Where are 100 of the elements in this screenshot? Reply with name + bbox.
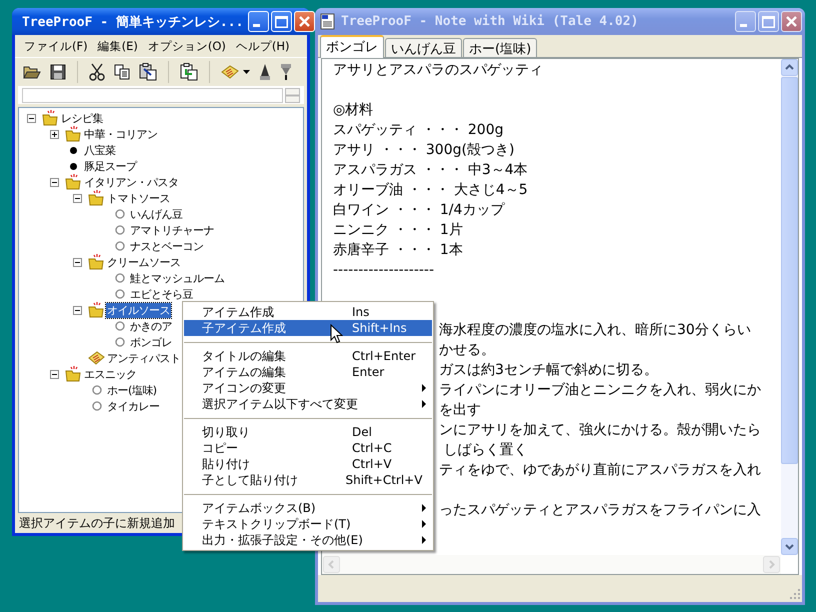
menu-item[interactable]: テキストクリップボード(T) <box>184 516 432 532</box>
scissors-icon[interactable] <box>89 63 105 81</box>
menu-item[interactable]: 貼り付け Ctrl+V <box>184 456 432 472</box>
input-field[interactable] <box>22 88 283 102</box>
circle-icon <box>92 401 102 411</box>
tree-item[interactable]: ホー(塩味) <box>106 382 158 398</box>
menu-item[interactable]: アイコンの変更 <box>184 380 432 396</box>
bullet-icon <box>69 146 78 154</box>
tree-item[interactable]: いんげん豆 <box>129 206 184 222</box>
circle-icon <box>114 273 124 283</box>
text-line: ンにアサリを加えて、強火にかける。殻が開いたら <box>439 422 761 438</box>
folder-icon <box>88 254 105 270</box>
text-line: ったスパゲッティとアスパラガスをフライパンに入 <box>439 502 761 518</box>
menu-item[interactable]: 編集(E) <box>94 38 141 54</box>
menu-item[interactable]: コピー Ctrl+C <box>184 440 432 456</box>
menu-item[interactable]: ヘルプ(H) <box>232 38 292 54</box>
text-line: ニンニク ・・・ 1片 <box>333 222 463 238</box>
expander-icon[interactable] <box>50 370 58 378</box>
tree-item[interactable]: オイルソース <box>106 302 171 318</box>
maximize-icon <box>762 16 775 28</box>
maximize-icon <box>275 16 288 28</box>
text-line: ガスは約3センチ幅で斜めに切る。 <box>439 362 658 378</box>
note-icon[interactable] <box>221 65 239 79</box>
circle-icon <box>114 209 124 219</box>
circle-icon <box>114 241 124 251</box>
copy-icon[interactable] <box>114 64 130 80</box>
menu-item[interactable]: 選択アイテム以下すべて変更 <box>184 396 432 412</box>
mouse-cursor-icon <box>330 324 343 344</box>
menu-item[interactable]: 子アイテム作成 Shift+Ins <box>184 320 432 336</box>
expander-icon[interactable] <box>26 114 36 122</box>
tab[interactable]: いんげん豆 <box>385 38 462 57</box>
tree-item[interactable]: 鮭とマッシュルーム <box>129 270 226 286</box>
tree-item[interactable]: タイカレー <box>106 398 160 414</box>
expander-icon[interactable] <box>50 178 58 186</box>
tree-item[interactable]: エスニック <box>83 366 138 382</box>
menu-item[interactable]: 切り取り Del <box>184 424 432 440</box>
expander-icon[interactable] <box>50 130 58 138</box>
text-line: 白ワイン ・・・ 1/4カップ <box>333 202 504 218</box>
text-line: しばらく置く <box>442 442 528 458</box>
brush-icon[interactable] <box>280 63 292 81</box>
tree-item[interactable]: ボンゴレ <box>129 334 173 350</box>
tree-item[interactable]: 八宝菜 <box>83 142 116 158</box>
text-line: ライパンにオリーブ油とニンニクを入れ、弱火にか <box>439 382 761 398</box>
circle-icon <box>114 225 124 235</box>
tab[interactable]: ボンゴレ <box>320 35 384 58</box>
document-icon <box>320 13 336 30</box>
tree-item[interactable]: イタリアン・パスタ <box>83 174 180 190</box>
paste-icon[interactable] <box>139 63 157 81</box>
circle-icon <box>114 289 124 299</box>
folder-icon <box>88 302 105 318</box>
menu-item[interactable]: 出力・拡張子設定・その他(E) <box>184 532 432 548</box>
tab[interactable]: ホー(塩味) <box>463 38 538 57</box>
text-line: アサリとアスパラのスパゲッティ <box>333 62 543 78</box>
menu-item[interactable]: アイテム作成 Ins <box>184 304 432 320</box>
folder-icon <box>65 126 82 142</box>
vertical-scrollbar[interactable] <box>781 59 798 555</box>
menu-item[interactable]: 子として貼り付け Shift+Ctrl+V <box>184 472 432 488</box>
folder-icon <box>88 190 105 206</box>
tree-item[interactable]: クリームソース <box>106 254 182 270</box>
minimize-icon <box>252 24 260 27</box>
menu-item[interactable]: アイテムの編集 Enter <box>184 364 432 380</box>
menu-item[interactable]: アイテムボックス(B) <box>184 500 432 516</box>
text-line: アスパラガス ・・・ 中3～4本 <box>333 162 528 178</box>
tree-item[interactable]: ナスとベーコン <box>129 238 204 254</box>
expander-icon[interactable] <box>72 306 82 314</box>
tree-item[interactable]: アンティパスト <box>106 350 182 366</box>
menu-item[interactable]: ファイル(F) <box>21 38 91 54</box>
tree-item[interactable]: エビとそら豆 <box>129 286 194 302</box>
menu-item[interactable]: オプション(O) <box>144 38 229 54</box>
save-icon[interactable] <box>50 64 66 80</box>
tree-item[interactable]: トマトソース <box>106 190 171 206</box>
window-title: TreeProoF - Note with Wiki (Tale 4.02) <box>341 14 640 29</box>
menu-item[interactable]: タイトルの編集 Ctrl+Enter <box>184 348 432 364</box>
tree-item[interactable]: かきのア <box>129 318 173 334</box>
text-line: を出す <box>439 402 481 418</box>
scroll-up-icon[interactable] <box>781 59 798 76</box>
expander-icon[interactable] <box>72 258 82 266</box>
scroll-thumb[interactable] <box>781 77 798 464</box>
caret-icon[interactable] <box>243 70 250 74</box>
scroll-down-icon[interactable] <box>781 538 798 555</box>
text-line: ティをゆで、ゆであがり直前にアスパラガスを入れ <box>439 462 761 478</box>
text-line: ◎材料 <box>333 102 374 118</box>
tree-item[interactable]: 豚足スープ <box>83 158 138 174</box>
pen-icon[interactable] <box>259 63 271 81</box>
tree-item[interactable]: アマトリチャーナ <box>129 222 215 238</box>
resize-grip-icon[interactable] <box>789 588 801 600</box>
open-folder-icon[interactable] <box>23 64 41 80</box>
paste-child-icon[interactable] <box>180 63 198 81</box>
close-icon <box>299 16 310 27</box>
folder-icon <box>65 366 82 382</box>
tree-item[interactable]: 中華・コリアン <box>83 126 158 142</box>
text-line: かせる。 <box>439 342 495 358</box>
text-line: アサリ ・・・ 300g(殻つき) <box>333 142 514 158</box>
note-icon <box>88 351 105 365</box>
text-line: 赤唐辛子 ・・・ 1本 <box>333 242 463 258</box>
tree-item[interactable]: レシピ集 <box>60 110 104 126</box>
expander-icon[interactable] <box>72 194 82 202</box>
circle-icon <box>92 385 102 395</box>
window-title: TreeProoF - 簡単キッチンレシ... <box>22 14 244 30</box>
minimize-icon <box>740 24 746 27</box>
